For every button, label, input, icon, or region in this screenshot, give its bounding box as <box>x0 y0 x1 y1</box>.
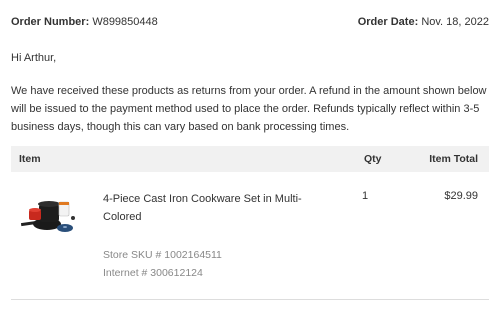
product-item-total: $29.99 <box>444 190 478 202</box>
column-header-item-total: Item Total <box>429 153 478 165</box>
order-date-label: Order Date: <box>357 16 419 28</box>
return-message: We have received these products as retur… <box>11 85 487 133</box>
order-number: Order Number: W899850448 <box>11 16 158 28</box>
order-date: Order Date: Nov. 18, 2022 <box>358 16 489 28</box>
table-row: 4-Piece Cast Iron Cookware Set in Multi-… <box>11 172 489 300</box>
order-header: Order Number: W899850448 Order Date: Nov… <box>11 16 489 28</box>
column-header-qty: Qty <box>364 153 382 165</box>
order-number-label: Order Number: <box>11 16 90 28</box>
row-divider <box>11 299 489 300</box>
greeting: Hi Arthur, <box>11 52 57 64</box>
product-qty: 1 <box>362 190 369 202</box>
store-sku: Store SKU # 1002164511 <box>103 249 222 261</box>
product-name[interactable]: 4-Piece Cast Iron Cookware Set in Multi-… <box>103 190 313 226</box>
column-header-item: Item <box>19 153 41 165</box>
internet-number: Internet # 300612124 <box>103 267 203 279</box>
items-table-header: Item Qty Item Total <box>11 146 489 172</box>
cookware-set-product-image[interactable] <box>20 188 81 238</box>
order-date-value: Nov. 18, 2022 <box>421 16 489 28</box>
order-number-value: W899850448 <box>92 16 158 28</box>
